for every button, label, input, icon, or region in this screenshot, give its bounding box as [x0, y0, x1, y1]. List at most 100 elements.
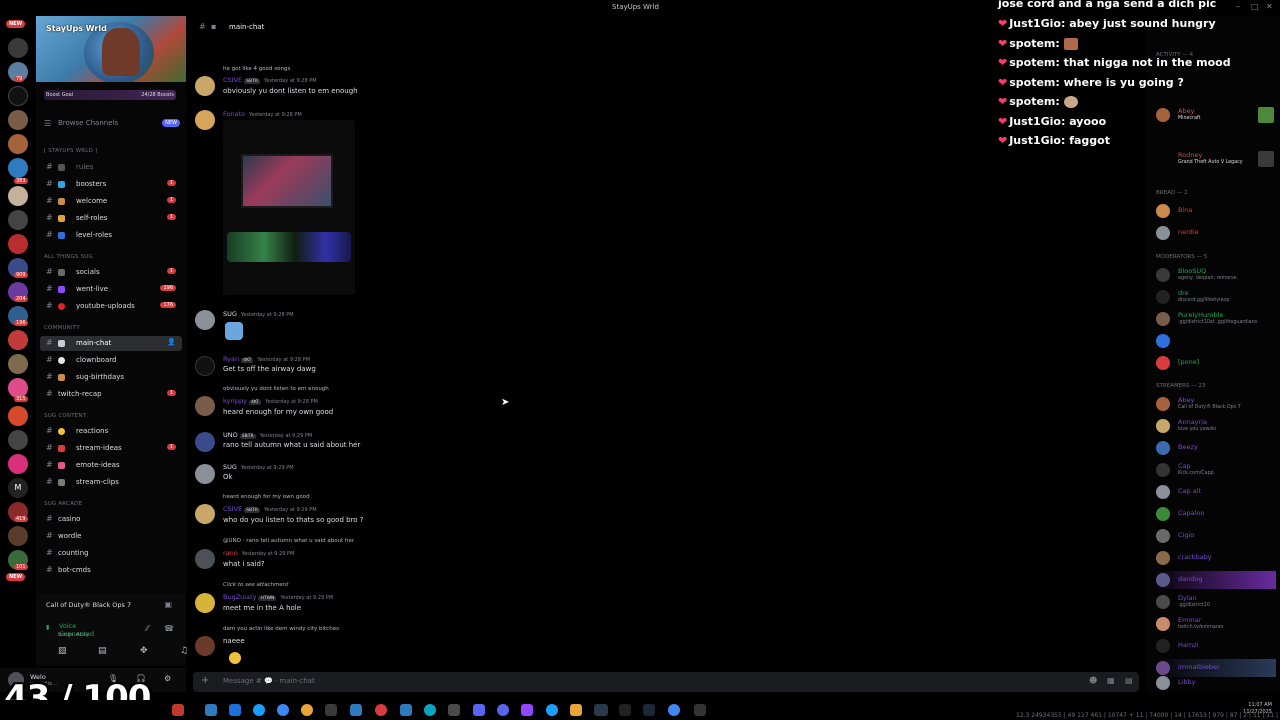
- channel-rules[interactable]: # rules: [40, 160, 182, 175]
- message-author[interactable]: Ryan 4KT Yesterday at 9:28 PM: [223, 355, 310, 363]
- member-row[interactable]: Bina: [1152, 202, 1276, 220]
- member-row[interactable]: Libby: [1152, 674, 1276, 692]
- channel-reactions[interactable]: # reactions: [40, 424, 182, 439]
- app-icon[interactable]: [350, 704, 362, 716]
- channel-sug-birthdays[interactable]: # sug-birthdays: [40, 370, 182, 385]
- boost-goal[interactable]: Boost Goal 24/28 Boosts: [36, 90, 186, 102]
- server-icon[interactable]: M: [8, 478, 28, 498]
- chrome-icon[interactable]: [277, 704, 289, 716]
- server-icon[interactable]: [8, 406, 28, 426]
- server-icon[interactable]: [8, 378, 28, 398]
- member-row[interactable]: nerdie: [1152, 224, 1276, 242]
- channel-youtube-uploads[interactable]: # youtube-uploads 176: [40, 299, 182, 314]
- avatar[interactable]: [195, 593, 215, 613]
- reply-preview[interactable]: Click to see attachment: [223, 582, 288, 588]
- app-icon[interactable]: [424, 704, 436, 716]
- member-row[interactable]: Abey Call of Duty® Black Ops 7: [1152, 395, 1276, 413]
- steam-icon[interactable]: [643, 704, 655, 716]
- member-row[interactable]: Cigio: [1152, 527, 1276, 545]
- app-icon[interactable]: [694, 704, 706, 716]
- channel-wordle[interactable]: # wordle: [40, 529, 182, 544]
- app-icon[interactable]: [570, 704, 582, 716]
- app-icon[interactable]: [301, 704, 313, 716]
- server-icon[interactable]: [8, 186, 28, 206]
- message-author[interactable]: Fonato Yesterday at 9:28 PM: [223, 110, 302, 118]
- message-author[interactable]: CSIVE SBTR Yesterday at 9:28 PM: [223, 76, 317, 84]
- author-name[interactable]: Ryan: [223, 355, 239, 363]
- member-row[interactable]: PurelyHumble .gg/district10at .gg/thegua…: [1152, 310, 1276, 328]
- gift-icon[interactable]: ☻: [1089, 676, 1097, 685]
- channel-welcome[interactable]: # welcome 1: [40, 194, 182, 209]
- member-row[interactable]: Cap alt: [1152, 483, 1276, 501]
- app-icon[interactable]: [325, 704, 337, 716]
- reply-preview[interactable]: he got like 4 good songs: [223, 66, 290, 72]
- server-icon[interactable]: [8, 526, 28, 546]
- server-icon[interactable]: [8, 86, 28, 106]
- author-name[interactable]: Fonato: [223, 110, 245, 118]
- author-name[interactable]: CSIVE: [223, 76, 242, 84]
- server-banner[interactable]: StayUps Wrld: [36, 16, 186, 82]
- avatar[interactable]: [195, 110, 215, 130]
- author-name[interactable]: CSIVE: [223, 505, 242, 513]
- emoji-picker-icon[interactable]: ▤: [1125, 676, 1133, 685]
- avatar[interactable]: [195, 549, 215, 569]
- message-author[interactable]: UNO SBTR Yesterday at 9:29 PM: [223, 431, 312, 439]
- app-icon[interactable]: [205, 704, 217, 716]
- category-arcade[interactable]: SUG ARCADE: [44, 501, 82, 507]
- message-author[interactable]: kyrippy 4KT Yesterday at 9:28 PM: [223, 397, 318, 405]
- app-icon[interactable]: [619, 704, 631, 716]
- member-row[interactable]: BlooSUQ agony, despair, remorse.: [1152, 266, 1276, 284]
- channel-went-live[interactable]: # went-live 196: [40, 282, 182, 297]
- author-name[interactable]: UNO: [223, 431, 238, 439]
- instagram-icon[interactable]: [8, 454, 28, 474]
- image-attachment[interactable]: [223, 120, 355, 295]
- channel-boosters[interactable]: # boosters 1: [40, 177, 182, 192]
- browse-channels[interactable]: ☰ Browse Channels NEW: [44, 118, 180, 130]
- member-row[interactable]: [1152, 332, 1276, 350]
- category-stayups[interactable]: [ STAYUPS WRLD ]: [44, 148, 97, 154]
- server-icon[interactable]: [8, 158, 28, 178]
- member-row[interactable]: Emmar twitch.tv/emmarav: [1152, 615, 1276, 633]
- member-row[interactable]: dandog: [1152, 571, 1276, 589]
- avatar[interactable]: [195, 356, 215, 376]
- discord-taskbar-icon[interactable]: [594, 704, 608, 716]
- sticker-image[interactable]: [225, 322, 243, 340]
- reply-preview[interactable]: @UNO · rano tell autumn what u said abou…: [223, 538, 354, 544]
- reply-preview[interactable]: heard enough for my own good: [223, 494, 310, 500]
- avatar[interactable]: [195, 76, 215, 96]
- category-content[interactable]: SUG CONTENT: [44, 413, 86, 419]
- app-icon[interactable]: [448, 704, 460, 716]
- member-row[interactable]: Capaloo: [1152, 505, 1276, 523]
- avatar[interactable]: [195, 504, 215, 524]
- channel-counting[interactable]: # counting: [40, 546, 182, 561]
- server-icon[interactable]: [8, 330, 28, 350]
- disconnect-icon[interactable]: ☎: [164, 624, 174, 633]
- screen-share-icon[interactable]: ▤: [98, 646, 107, 656]
- member-row[interactable]: Dylan .gg/district10: [1152, 593, 1276, 611]
- message-author[interactable]: SUG Yesterday at 9:28 PM: [223, 310, 294, 318]
- app-icon[interactable]: [400, 704, 412, 716]
- member-row[interactable]: Cap Kick.com/Capp: [1152, 461, 1276, 479]
- author-name[interactable]: BugZuiaty: [223, 593, 256, 601]
- server-icon[interactable]: [8, 234, 28, 254]
- channel-emote-ideas[interactable]: # emote-ideas: [40, 458, 182, 473]
- author-name[interactable]: rano: [223, 549, 238, 557]
- member-row[interactable]: Rodney Grand Theft Auto V Legacy: [1152, 150, 1276, 168]
- server-icon[interactable]: [8, 38, 28, 58]
- settings-gear-icon[interactable]: ⚙: [164, 674, 171, 683]
- activity-icon[interactable]: ▣: [164, 600, 172, 609]
- server-icon[interactable]: [8, 430, 28, 450]
- app-icon[interactable]: [253, 704, 265, 716]
- channel-bot-cmds[interactable]: # bot-cmds: [40, 563, 182, 578]
- channel-stream-clips[interactable]: # stream-clips: [40, 475, 182, 490]
- composer-placeholder[interactable]: Message # 💬 · main-chat: [223, 677, 315, 685]
- channel-clownboard[interactable]: # clownboard: [40, 353, 182, 368]
- app-icon[interactable]: [497, 704, 509, 716]
- camera-off-icon[interactable]: ▨: [58, 646, 67, 656]
- author-name[interactable]: SUG: [223, 463, 237, 471]
- add-attachment-icon[interactable]: +: [201, 675, 209, 686]
- reply-preview[interactable]: obviously yu dont listen to em enough: [223, 386, 329, 392]
- category-all-things[interactable]: ALL THINGS SUG: [44, 254, 93, 260]
- channel-socials[interactable]: # socials 1: [40, 265, 182, 280]
- channel-self-roles[interactable]: # self-roles 1: [40, 211, 182, 226]
